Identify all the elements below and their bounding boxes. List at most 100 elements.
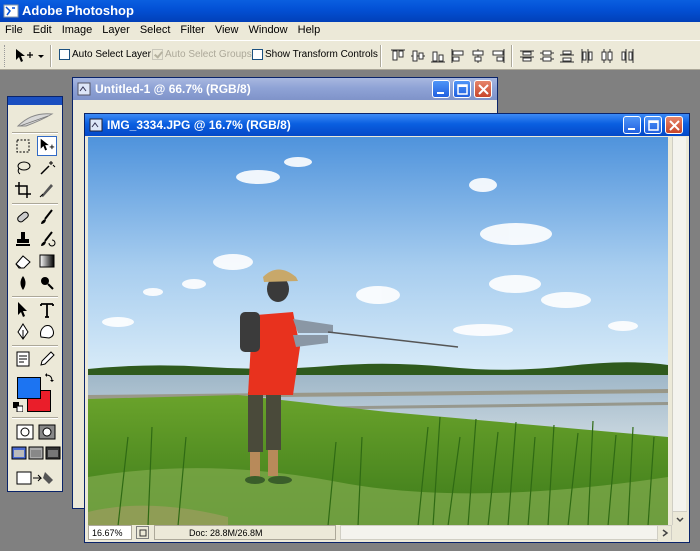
options-bar-grip[interactable] <box>4 45 7 67</box>
app-title: Adobe Photoshop <box>22 3 134 18</box>
clone-stamp-tool-icon[interactable] <box>13 229 33 249</box>
document-title: Untitled-1 @ 66.7% (RGB/8) <box>95 82 251 96</box>
toolbox-titlebar[interactable] <box>8 97 62 105</box>
image-canvas[interactable] <box>88 137 668 526</box>
quick-mask-mode-icon[interactable] <box>37 422 57 442</box>
minimize-button[interactable] <box>623 116 641 134</box>
distribute-top-edges-icon[interactable] <box>518 47 536 65</box>
lasso-tool-icon[interactable] <box>13 158 33 178</box>
brush-tool-icon[interactable] <box>37 207 57 227</box>
magic-wand-tool-icon[interactable] <box>37 158 57 178</box>
align-left-edges-icon[interactable] <box>449 47 467 65</box>
auto-select-layer-checkbox[interactable] <box>59 49 70 60</box>
distribute-right-edges-icon[interactable] <box>618 47 636 65</box>
menu-select[interactable]: Select <box>135 22 176 40</box>
app-titlebar: Adobe Photoshop <box>0 0 700 22</box>
auto-select-groups-checkbox[interactable] <box>152 49 163 60</box>
move-tool-preset-picker[interactable] <box>12 46 48 66</box>
adobe-feather-icon[interactable] <box>12 108 58 130</box>
pen-tool-icon[interactable] <box>13 322 33 342</box>
options-bar: Auto Select Layer Auto Select Groups Sho… <box>0 40 700 70</box>
document-titlebar[interactable]: Untitled-1 @ 66.7% (RGB/8) <box>73 78 497 100</box>
distribute-bottom-edges-icon[interactable] <box>558 47 576 65</box>
foreground-color-swatch[interactable] <box>17 377 41 399</box>
maximize-button[interactable] <box>453 80 471 98</box>
healing-brush-tool-icon[interactable] <box>13 207 33 227</box>
standard-mode-icon[interactable] <box>15 422 35 442</box>
document-titlebar[interactable]: IMG_3334.JPG @ 16.7% (RGB/8) <box>85 114 689 136</box>
status-bar: 16.67% Doc: 28.8M/26.8M <box>88 525 686 541</box>
full-screen-mode-icon[interactable] <box>45 445 61 461</box>
type-tool-icon[interactable] <box>37 300 57 320</box>
document-icon <box>77 82 91 96</box>
distribute-left-edges-icon[interactable] <box>578 47 596 65</box>
minimize-icon <box>437 92 444 94</box>
align-horizontal-centers-icon[interactable] <box>469 47 487 65</box>
align-top-edges-icon[interactable] <box>389 47 407 65</box>
auto-select-layer-label: Auto Select Layer <box>72 49 151 60</box>
zoom-level-field[interactable]: 16.67% <box>88 525 132 540</box>
history-brush-tool-icon[interactable] <box>37 229 57 249</box>
align-vertical-centers-icon[interactable] <box>409 47 427 65</box>
maximize-icon <box>648 120 659 131</box>
eraser-tool-icon[interactable] <box>13 251 33 271</box>
toolbox-separator <box>12 296 58 298</box>
slice-tool-icon[interactable] <box>37 180 57 200</box>
eyedropper-tool-icon[interactable] <box>37 349 57 369</box>
menu-help[interactable]: Help <box>293 22 326 40</box>
document-window-image[interactable]: IMG_3334.JPG @ 16.7% (RGB/8) 16.67% Doc:… <box>84 113 690 543</box>
photoshop-icon <box>3 4 19 18</box>
close-icon <box>669 120 680 131</box>
toolbox <box>7 96 63 492</box>
custom-shape-tool-icon[interactable] <box>37 322 57 342</box>
notes-tool-icon[interactable] <box>13 349 33 369</box>
distribute-horizontal-centers-icon[interactable] <box>598 47 616 65</box>
path-selection-tool-icon[interactable] <box>13 300 33 320</box>
gradient-tool-icon[interactable] <box>37 251 57 271</box>
align-bottom-edges-icon[interactable] <box>429 47 447 65</box>
options-separator <box>511 45 513 67</box>
horizontal-scrollbar[interactable] <box>340 525 672 541</box>
options-separator <box>380 45 382 67</box>
menu-file[interactable]: File <box>0 22 28 40</box>
menu-layer[interactable]: Layer <box>97 22 135 40</box>
menu-view[interactable]: View <box>210 22 244 40</box>
menu-image[interactable]: Image <box>57 22 98 40</box>
menu-filter[interactable]: Filter <box>175 22 209 40</box>
menu-bar: File Edit Image Layer Select Filter View… <box>0 22 700 40</box>
sky <box>88 137 668 372</box>
status-info-button[interactable] <box>136 526 149 539</box>
document-info-icon <box>139 529 147 537</box>
toolbox-separator <box>12 132 58 134</box>
scroll-down-button[interactable] <box>673 511 687 526</box>
dodge-tool-icon[interactable] <box>37 273 57 293</box>
jump-to-imageready-icon[interactable] <box>13 469 57 487</box>
maximize-icon <box>457 84 468 95</box>
move-tool-icon[interactable] <box>37 136 57 156</box>
menu-window[interactable]: Window <box>244 22 293 40</box>
options-separator <box>50 45 52 67</box>
toolbox-separator <box>12 345 58 347</box>
crop-tool-icon[interactable] <box>13 180 33 200</box>
blur-tool-icon[interactable] <box>13 273 33 293</box>
toolbox-separator <box>12 203 58 205</box>
maximize-button[interactable] <box>644 116 662 134</box>
default-colors-icon[interactable] <box>13 402 23 412</box>
full-screen-menu-mode-icon[interactable] <box>28 445 44 461</box>
menu-edit[interactable]: Edit <box>28 22 57 40</box>
close-button[interactable] <box>665 116 683 134</box>
minimize-button[interactable] <box>432 80 450 98</box>
toolbox-separator <box>12 417 58 419</box>
document-title: IMG_3334.JPG @ 16.7% (RGB/8) <box>107 118 291 132</box>
swap-colors-icon[interactable] <box>44 373 54 383</box>
auto-select-groups-label: Auto Select Groups <box>165 49 252 60</box>
align-right-edges-icon[interactable] <box>489 47 507 65</box>
close-icon <box>478 84 489 95</box>
scroll-right-button[interactable] <box>657 526 671 541</box>
close-button[interactable] <box>474 80 492 98</box>
show-transform-controls-checkbox[interactable] <box>252 49 263 60</box>
standard-screen-mode-icon[interactable] <box>11 445 27 461</box>
vertical-scrollbar[interactable] <box>672 137 687 526</box>
marquee-tool-icon[interactable] <box>13 136 33 156</box>
distribute-vertical-centers-icon[interactable] <box>538 47 556 65</box>
